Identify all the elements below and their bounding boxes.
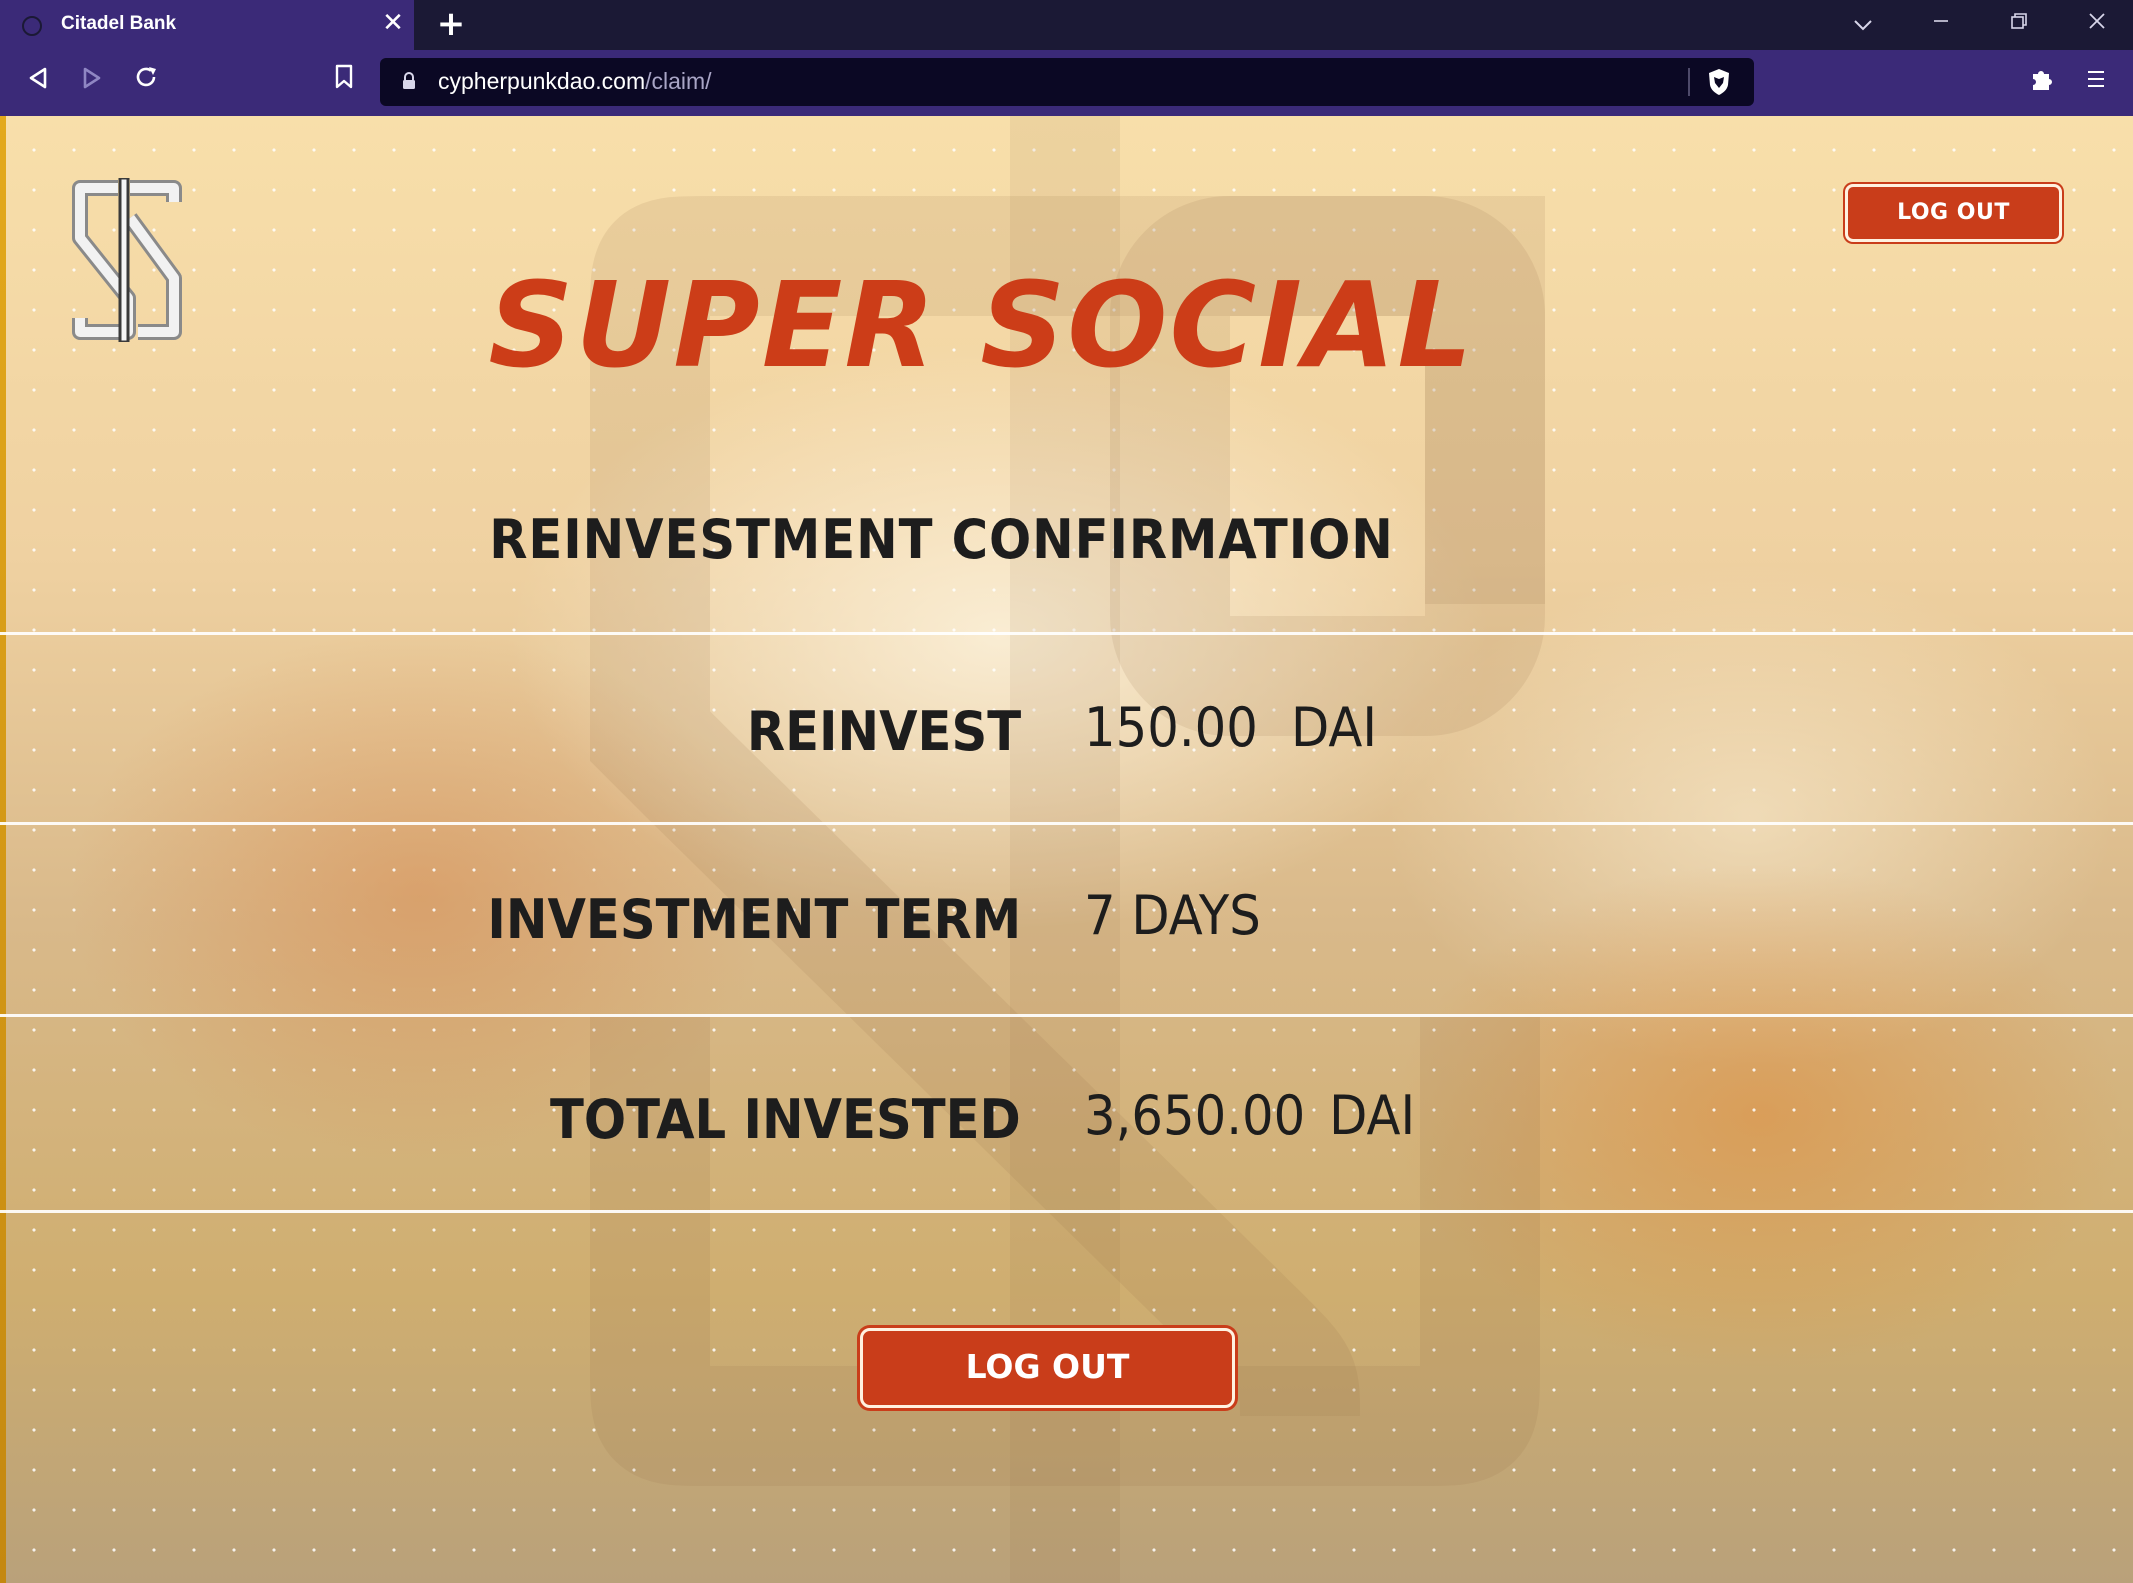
reinvest-value: 150.00 DAI — [1084, 696, 1377, 759]
investment-term-label: INVESTMENT TERM — [487, 888, 1021, 951]
address-bar[interactable]: cypherpunkdao.com/claim/ — [380, 58, 1754, 106]
investment-term-amount: 7 DAYS — [1084, 884, 1261, 947]
section-title: REINVESTMENT CONFIRMATION — [489, 508, 1394, 571]
back-icon[interactable] — [20, 64, 56, 100]
brave-shield-icon[interactable] — [1706, 68, 1732, 96]
divider-line — [0, 1014, 2133, 1017]
total-invested-unit: DAI — [1329, 1084, 1416, 1147]
investment-term-value: 7 DAYS — [1084, 884, 1261, 947]
reinvest-amount: 150.00 — [1084, 696, 1258, 759]
forward-icon[interactable] — [74, 64, 110, 100]
bookmark-icon[interactable] — [326, 64, 362, 100]
divider-line — [0, 632, 2133, 635]
extensions-puzzle-icon[interactable] — [2026, 66, 2058, 98]
total-invested-amount: 3,650.00 — [1084, 1084, 1306, 1147]
divider-line — [0, 1210, 2133, 1213]
total-invested-value: 3,650.00 DAI — [1084, 1084, 1415, 1147]
page-content: LOG OUT SUPER SOCIAL REINVESTMENT CONFIR… — [0, 116, 2133, 1583]
menu-hamburger-icon[interactable] — [2080, 66, 2112, 98]
tab-search-chevron-icon[interactable] — [1848, 10, 1878, 40]
reinvest-unit: DAI — [1290, 696, 1377, 759]
header-logout-button[interactable]: LOG OUT — [1845, 184, 2062, 242]
browser-tab[interactable]: Citadel Bank ✕ — [0, 0, 414, 50]
new-tab-button[interactable]: + — [436, 7, 466, 41]
browser-tab-bar: Citadel Bank ✕ + — [0, 0, 2133, 50]
logout-button[interactable]: LOG OUT — [860, 1328, 1235, 1408]
total-invested-label: TOTAL INVESTED — [550, 1088, 1021, 1151]
url-divider — [1688, 68, 1690, 96]
tab-favicon-icon — [22, 16, 42, 36]
brand-title: SUPER SOCIAL — [488, 256, 1475, 394]
restore-icon[interactable] — [2004, 10, 2034, 40]
window-close-icon[interactable] — [2082, 10, 2112, 40]
tab-close-icon[interactable]: ✕ — [380, 10, 406, 36]
tab-title: Citadel Bank — [61, 13, 177, 34]
divider-line — [0, 822, 2133, 825]
url-text: cypherpunkdao.com/claim/ — [438, 68, 712, 94]
browser-toolbar: cypherpunkdao.com/claim/ — [0, 50, 2133, 116]
reload-icon[interactable] — [128, 64, 164, 100]
lock-icon — [403, 72, 415, 89]
minimize-icon[interactable] — [1926, 10, 1956, 40]
reinvest-label: REINVEST — [746, 700, 1021, 763]
